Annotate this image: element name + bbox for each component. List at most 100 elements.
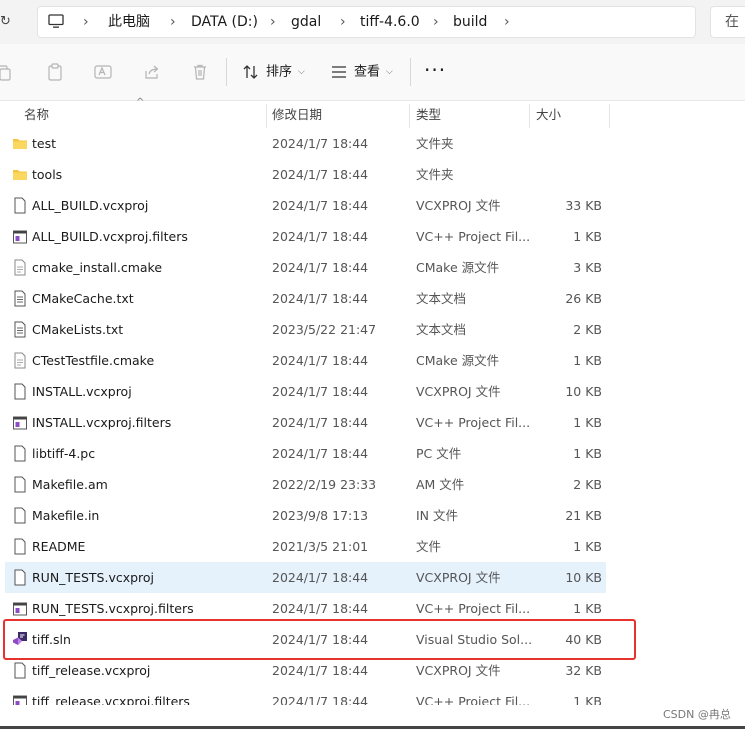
breadcrumb-build[interactable]: build <box>453 7 487 37</box>
refresh-icon[interactable]: ↻ <box>0 14 11 30</box>
file-modified: 2024/1/7 18:44 <box>272 291 369 306</box>
file-icon <box>14 383 26 400</box>
file-modified: 2024/1/7 18:44 <box>272 229 369 244</box>
search-placeholder: 在 <box>725 14 739 30</box>
file-size: 1 KB <box>573 353 602 368</box>
file-modified: 2024/1/7 18:44 <box>272 260 369 275</box>
file-name: ALL_BUILD.vcxproj.filters <box>32 229 188 244</box>
view-button[interactable]: 查看 ⌵ <box>330 58 393 86</box>
paste-icon[interactable] <box>46 63 64 81</box>
file-row[interactable]: ALL_BUILD.vcxproj 2024/1/7 18:44 VCXPROJ… <box>5 190 606 221</box>
file-icon <box>14 507 26 524</box>
file-size: 1 KB <box>573 539 602 554</box>
column-header-row: ^ 名称 修改日期 类型 大小 <box>0 97 745 128</box>
breadcrumb-tiff[interactable]: tiff-4.6.0 <box>360 7 420 37</box>
file-icon <box>14 476 26 493</box>
cmake-file-icon <box>14 259 26 276</box>
file-type: VCXPROJ 文件 <box>416 384 501 399</box>
file-name: tools <box>32 167 63 182</box>
vcproj-filters-icon <box>13 230 27 244</box>
file-row[interactable]: test 2024/1/7 18:44 文件夹 <box>5 128 606 159</box>
file-modified: 2021/3/5 21:01 <box>272 539 369 554</box>
file-row[interactable]: CMakeLists.txt 2023/5/22 21:47 文本文档 2 KB <box>5 314 606 345</box>
sort-button[interactable]: 排序 ⌵ <box>242 58 305 86</box>
file-row[interactable]: README 2021/3/5 21:01 文件 1 KB <box>5 531 606 562</box>
more-options-button[interactable]: ··· <box>424 58 446 82</box>
toolbar-divider <box>410 58 411 86</box>
file-row[interactable]: cmake_install.cmake 2024/1/7 18:44 CMake… <box>5 252 606 283</box>
vcproj-filters-icon <box>13 416 27 430</box>
file-type: PC 文件 <box>416 446 462 461</box>
file-row[interactable]: Makefile.in 2023/9/8 17:13 IN 文件 21 KB <box>5 500 606 531</box>
column-resize-handle[interactable] <box>609 104 610 128</box>
breadcrumb-gdal[interactable]: gdal <box>291 7 321 37</box>
address-bar[interactable]: › 此电脑 › DATA (D:) › gdal › tiff-4.6.0 › … <box>37 6 696 38</box>
file-modified: 2024/1/7 18:44 <box>272 198 369 213</box>
file-size: 1 KB <box>573 415 602 430</box>
breadcrumb-chevron-icon[interactable]: › <box>504 7 510 37</box>
file-size: 1 KB <box>573 229 602 244</box>
file-size: 26 KB <box>565 291 602 306</box>
file-row[interactable]: INSTALL.vcxproj.filters 2024/1/7 18:44 V… <box>5 407 606 438</box>
search-input[interactable]: 在 <box>710 6 745 38</box>
rename-icon[interactable] <box>94 63 112 81</box>
column-resize-handle[interactable] <box>409 104 410 128</box>
file-name: Makefile.in <box>32 508 100 523</box>
folder-icon <box>13 170 27 180</box>
file-modified: 2024/1/7 18:44 <box>272 136 369 151</box>
file-name: CMakeCache.txt <box>32 291 134 306</box>
file-name: cmake_install.cmake <box>32 260 163 275</box>
toolbar-divider <box>226 58 227 86</box>
view-label: 查看 <box>354 64 381 80</box>
file-row[interactable]: Makefile.am 2022/2/19 23:33 AM 文件 2 KB <box>5 469 606 500</box>
file-type: 文本文档 <box>416 291 467 306</box>
file-modified: 2024/1/7 18:44 <box>272 353 369 368</box>
file-row[interactable]: libtiff-4.pc 2024/1/7 18:44 PC 文件 1 KB <box>5 438 606 469</box>
file-size: 10 KB <box>565 570 602 585</box>
watermark: CSDN @冉总 <box>663 708 731 721</box>
breadcrumb-drive[interactable]: DATA (D:) <box>191 7 258 37</box>
column-resize-handle[interactable] <box>266 104 267 128</box>
file-type: CMake 源文件 <box>416 353 500 368</box>
file-size: 3 KB <box>573 260 602 275</box>
cmake-file-icon <box>14 352 26 369</box>
address-strip: ↻ › 此电脑 › DATA (D:) › gdal › tiff-4.6.0 … <box>0 0 745 44</box>
file-name: CMakeLists.txt <box>32 322 124 337</box>
file-name: CTestTestfile.cmake <box>32 353 155 368</box>
file-type: 文件 <box>416 539 442 554</box>
share-icon[interactable] <box>143 63 161 81</box>
column-header-type[interactable]: 类型 <box>416 101 441 128</box>
file-type: 文件夹 <box>416 136 454 151</box>
column-resize-handle[interactable] <box>529 104 530 128</box>
file-row[interactable]: tools 2024/1/7 18:44 文件夹 <box>5 159 606 190</box>
file-row[interactable]: CTestTestfile.cmake 2024/1/7 18:44 CMake… <box>5 345 606 376</box>
file-name: RUN_TESTS.vcxproj <box>32 570 155 585</box>
file-type: VC++ Project Fil... <box>416 415 531 430</box>
column-header-modified[interactable]: 修改日期 <box>272 101 322 128</box>
column-header-size[interactable]: 大小 <box>536 101 561 128</box>
file-name: INSTALL.vcxproj.filters <box>32 415 172 430</box>
file-size: 1 KB <box>573 446 602 461</box>
file-icon <box>14 197 26 214</box>
file-name: README <box>32 539 86 554</box>
command-toolbar: 排序 ⌵ 查看 ⌵ ··· <box>0 44 745 101</box>
folder-icon <box>13 139 27 149</box>
file-row[interactable]: CMakeCache.txt 2024/1/7 18:44 文本文档 26 KB <box>5 283 606 314</box>
delete-icon[interactable] <box>191 63 209 81</box>
file-icon <box>14 569 26 586</box>
file-type: AM 文件 <box>416 477 465 492</box>
file-icon <box>14 445 26 462</box>
text-file-icon <box>14 290 26 307</box>
file-row[interactable]: RUN_TESTS.vcxproj 2024/1/7 18:44 VCXPROJ… <box>5 562 606 593</box>
file-icon <box>14 662 26 679</box>
file-row[interactable]: INSTALL.vcxproj 2024/1/7 18:44 VCXPROJ 文… <box>5 376 606 407</box>
copy-icon[interactable] <box>0 63 12 81</box>
highlight-annotation-box <box>3 619 636 660</box>
file-name: INSTALL.vcxproj <box>32 384 132 399</box>
vcproj-filters-icon <box>13 602 27 616</box>
file-row[interactable]: ALL_BUILD.vcxproj.filters 2024/1/7 18:44… <box>5 221 606 252</box>
file-type: VC++ Project Fil... <box>416 229 531 244</box>
column-header-name[interactable]: 名称 <box>24 101 49 128</box>
file-modified: 2023/5/22 21:47 <box>272 322 377 337</box>
breadcrumb-this-pc[interactable]: 此电脑 <box>108 7 150 37</box>
